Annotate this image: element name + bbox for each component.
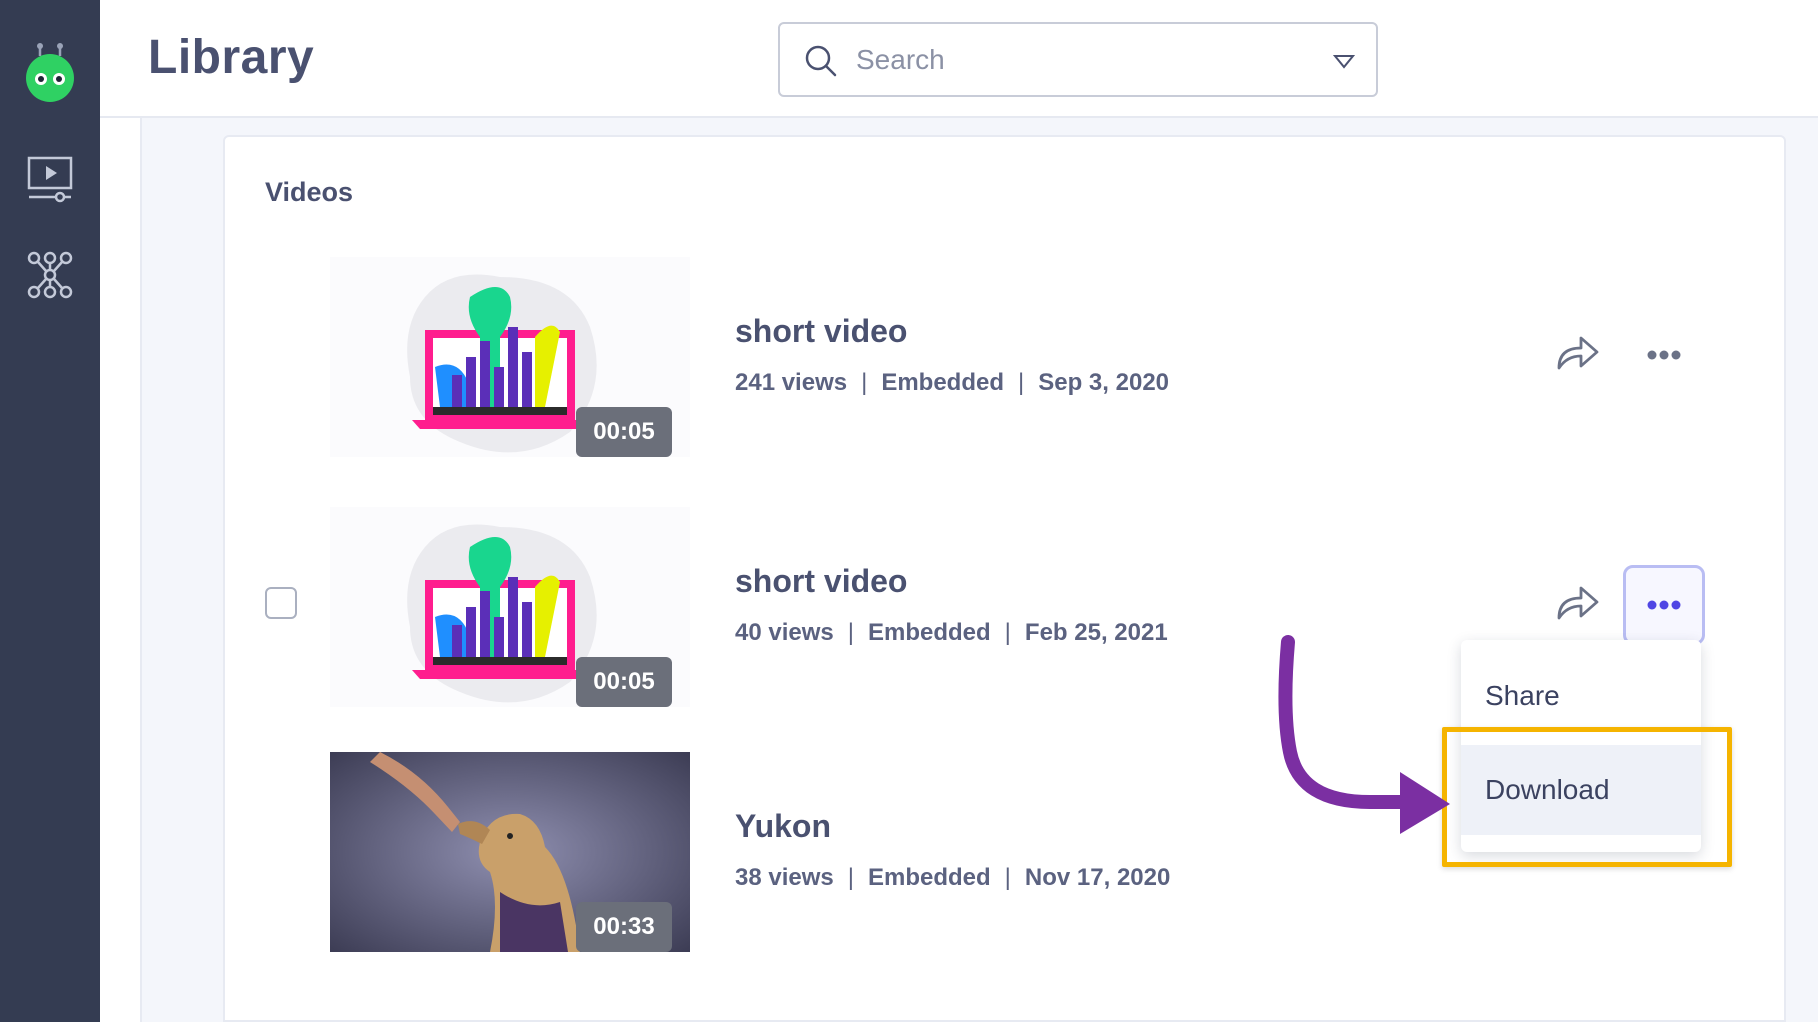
video-row[interactable]: 00:05 short video 241 views | Embedded | Sep… bbox=[225, 257, 1788, 457]
chevron-down-icon[interactable] bbox=[1333, 54, 1355, 70]
view-count: 241 views bbox=[735, 369, 848, 396]
search-box[interactable] bbox=[778, 22, 1378, 97]
meta-separator: | bbox=[847, 619, 854, 646]
meta-separator: | bbox=[861, 369, 868, 396]
view-count: 38 views bbox=[735, 864, 834, 891]
video-date: Sep 3, 2020 bbox=[1038, 369, 1170, 396]
video-type: Embedded bbox=[881, 369, 1005, 396]
share-arrow-icon[interactable] bbox=[1553, 332, 1601, 374]
video-thumbnail[interactable]: 00:33 bbox=[330, 752, 690, 952]
more-options-button[interactable] bbox=[1623, 565, 1705, 645]
row-select-checkbox[interactable] bbox=[265, 587, 297, 619]
video-meta: 38 views | Embedded | Nov 17, 2020 bbox=[735, 864, 1170, 892]
menu-item-download[interactable]: Download bbox=[1461, 745, 1701, 835]
meta-separator: | bbox=[847, 864, 854, 891]
search-input[interactable] bbox=[856, 36, 1296, 84]
meta-separator: | bbox=[1004, 864, 1011, 891]
videos-panel: Videos 00:05 short video 241 views | Emb… bbox=[223, 135, 1786, 1022]
video-title[interactable]: short video bbox=[735, 563, 907, 600]
ellipsis-icon bbox=[1647, 600, 1681, 610]
duration-badge: 00:05 bbox=[576, 657, 672, 707]
sidebar bbox=[0, 0, 100, 1022]
content-left-strip bbox=[100, 118, 142, 1022]
video-meta: 241 views | Embedded | Sep 3, 2020 bbox=[735, 369, 1169, 397]
duration-badge: 00:33 bbox=[576, 902, 672, 952]
more-options-menu: Share Download bbox=[1461, 640, 1701, 852]
duration-badge: 00:05 bbox=[576, 407, 672, 457]
video-date: Nov 17, 2020 bbox=[1024, 864, 1171, 891]
page-title: Library bbox=[148, 31, 315, 84]
more-options-button[interactable] bbox=[1623, 315, 1705, 395]
top-header: Library bbox=[100, 0, 1818, 118]
section-title: Videos bbox=[265, 177, 354, 207]
share-arrow-icon[interactable] bbox=[1553, 582, 1601, 624]
meta-separator: | bbox=[1018, 369, 1025, 396]
video-thumbnail[interactable]: 00:05 bbox=[330, 257, 690, 457]
search-icon bbox=[805, 45, 837, 77]
robot-logo-icon[interactable] bbox=[22, 42, 78, 102]
view-count: 40 views bbox=[735, 619, 834, 646]
video-title[interactable]: Yukon bbox=[735, 808, 831, 845]
meta-separator: | bbox=[1004, 619, 1011, 646]
video-thumbnail[interactable]: 00:05 bbox=[330, 507, 690, 707]
video-type: Embedded bbox=[867, 619, 991, 646]
video-library-icon[interactable] bbox=[26, 155, 74, 205]
video-title[interactable]: short video bbox=[735, 313, 907, 350]
app-window: Library Videos bbox=[0, 0, 1818, 1022]
menu-item-share[interactable]: Share bbox=[1461, 640, 1701, 730]
video-date: Feb 25, 2021 bbox=[1024, 619, 1168, 646]
video-type: Embedded bbox=[867, 864, 991, 891]
integrations-network-icon[interactable] bbox=[26, 250, 74, 300]
video-meta: 40 views | Embedded | Feb 25, 2021 bbox=[735, 619, 1168, 647]
ellipsis-icon bbox=[1647, 350, 1681, 360]
